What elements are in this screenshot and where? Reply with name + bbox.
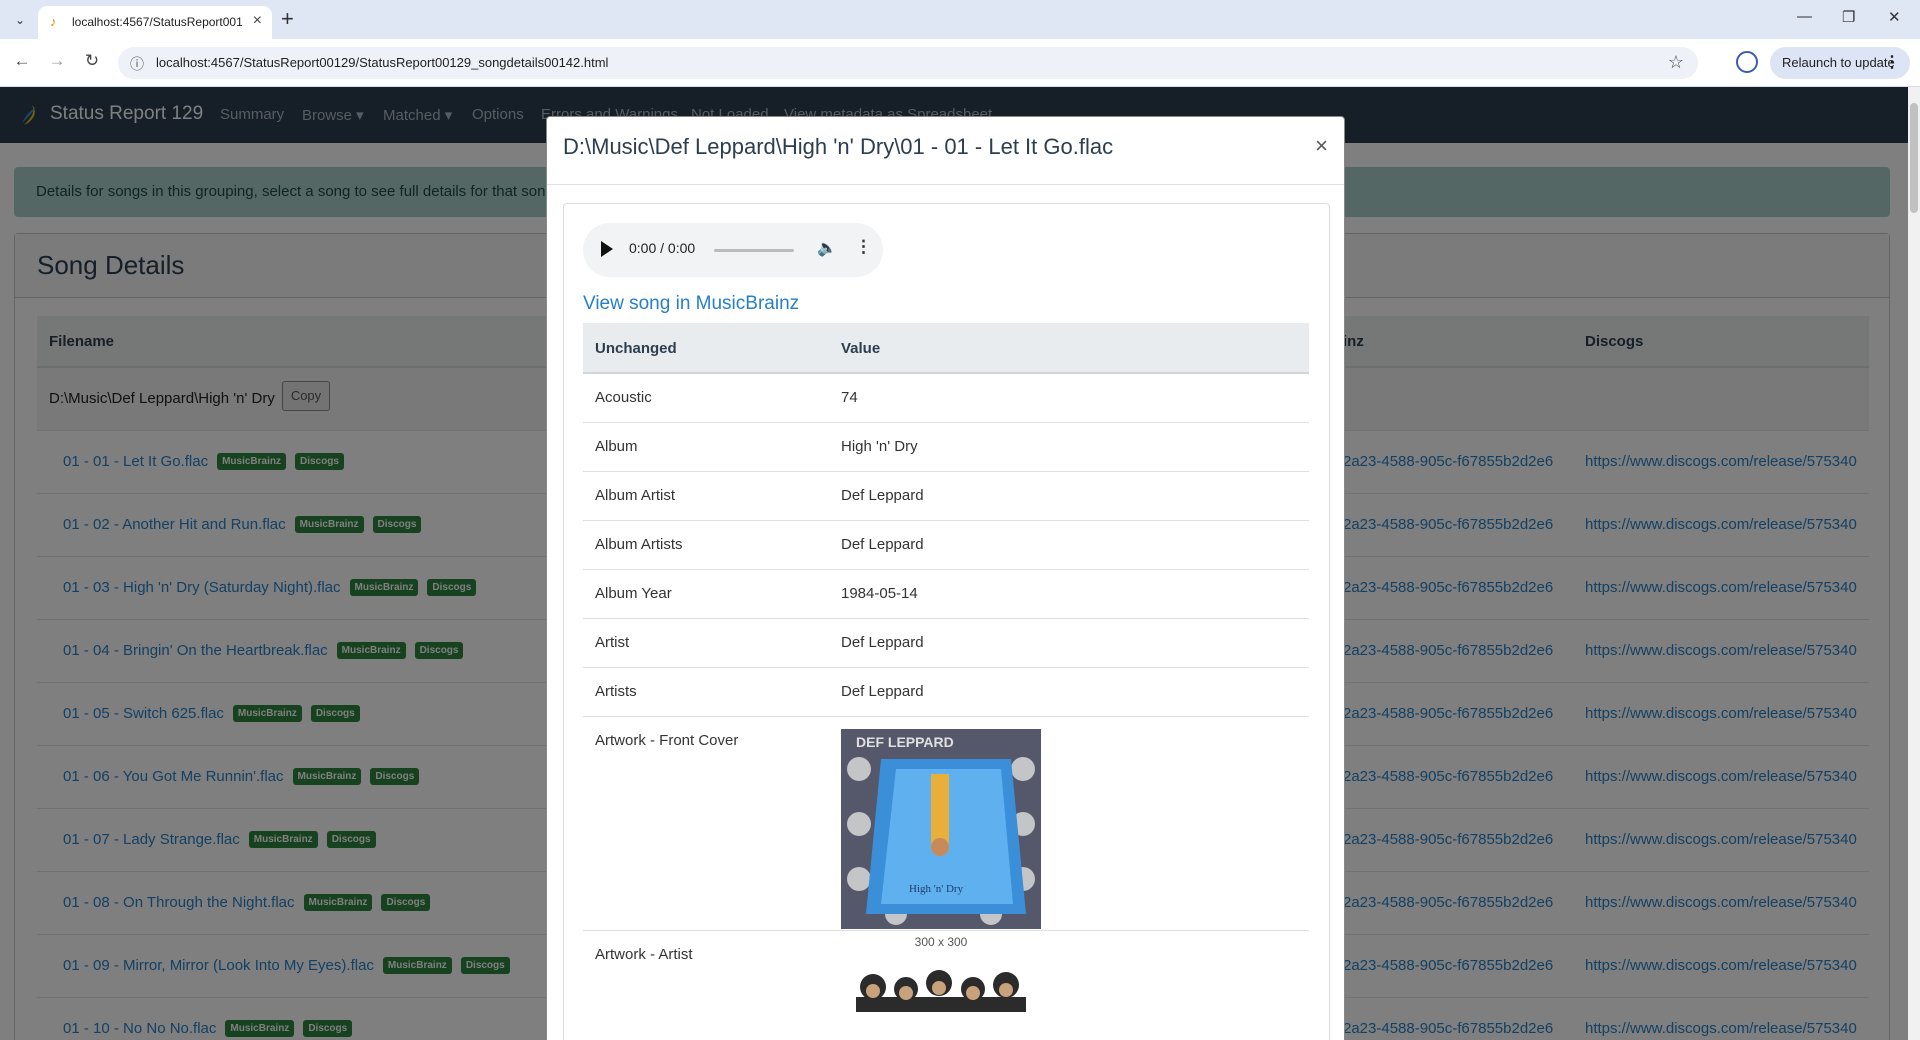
song-detail-modal: D:\Music\Def Leppard\High 'n' Dry\01 - 0…	[546, 116, 1345, 1040]
artist-photo-image	[851, 967, 1031, 1012]
metadata-key: Album	[595, 438, 638, 455]
metadata-row: Acoustic 74	[583, 374, 1309, 423]
metadata-row: Artists Def Leppard	[583, 668, 1309, 717]
metadata-value: Def Leppard	[841, 683, 924, 700]
minimize-icon[interactable]: —	[1797, 8, 1812, 25]
metadata-value: Def Leppard	[841, 487, 924, 504]
site-info-icon[interactable]: ⓘ	[130, 54, 144, 74]
new-tab-plus-icon[interactable]: +	[281, 6, 294, 32]
relaunch-label: Relaunch to update	[1782, 55, 1895, 70]
metadata-table-header: Unchanged Value	[583, 323, 1309, 374]
profile-avatar-icon[interactable]	[1736, 51, 1758, 73]
modal-body-card: 0:00 / 0:00 🔈 ⋮ View song in MusicBrainz…	[563, 203, 1330, 1040]
audio-options-icon[interactable]: ⋮	[855, 237, 872, 257]
address-bar[interactable]: ⓘ localhost:4567/StatusReport00129/Statu…	[118, 47, 1698, 79]
metadata-value: High 'n' Dry	[841, 438, 918, 455]
view-in-musicbrainz-link[interactable]: View song in MusicBrainz	[583, 293, 799, 315]
page-viewport: Status Report 129 Summary Browse ▾ Match…	[0, 87, 1908, 1040]
back-arrow-icon[interactable]: ←	[10, 51, 34, 71]
metadata-key: Artists	[595, 683, 637, 700]
metadata-value: 74	[841, 389, 858, 406]
metadata-key: Album Artists	[595, 536, 683, 553]
metadata-row: Album Artists Def Leppard	[583, 521, 1309, 570]
relaunch-button[interactable]: Relaunch to update ⋮	[1770, 47, 1910, 79]
cover-album-title: High 'n' Dry	[909, 883, 964, 895]
metadata-key: Artist	[595, 634, 630, 651]
modal-title: D:\Music\Def Leppard\High 'n' Dry\01 - 0…	[563, 134, 1114, 159]
metadata-key: Album Artist	[595, 487, 676, 504]
metadata-row: Album Year 1984-05-14	[583, 570, 1309, 619]
album-cover-image: DEF LEPPARD High 'n' Dry	[841, 729, 1041, 929]
tab-search-chevron-icon[interactable]: ⌄	[8, 9, 32, 31]
reload-icon[interactable]: ↻	[80, 51, 104, 71]
forward-arrow-icon[interactable]: →	[45, 51, 69, 71]
metadata-row: Album High 'n' Dry	[583, 423, 1309, 472]
address-toolbar: ← → ↻ ⓘ localhost:4567/StatusReport00129…	[0, 39, 1920, 87]
restore-icon[interactable]: ❐	[1842, 8, 1855, 26]
bookmark-star-icon[interactable]: ☆	[1668, 52, 1684, 73]
audio-player[interactable]: 0:00 / 0:00 🔈 ⋮	[583, 223, 883, 277]
browser-tab[interactable]: ♪ localhost:4567/StatusReport00129 ×	[38, 6, 272, 39]
metadata-value: Def Leppard	[841, 634, 924, 651]
tab-title: localhost:4567/StatusReport00129	[72, 15, 242, 29]
metadata-row: Album Artist Def Leppard	[583, 472, 1309, 521]
music-note-favicon-icon: ♪	[50, 14, 57, 29]
metadata-key: Acoustic	[595, 389, 652, 406]
browser-tab-strip: ⌄ ♪ localhost:4567/StatusReport00129 × +…	[0, 0, 1920, 39]
metadata-key: Album Year	[595, 585, 672, 602]
volume-icon[interactable]: 🔈	[817, 238, 837, 258]
column-header-unchanged: Unchanged	[595, 340, 677, 357]
modal-close-icon[interactable]: ×	[1315, 133, 1328, 159]
metadata-value: 1984-05-14	[841, 585, 918, 602]
metadata-row: Artist Def Leppard	[583, 619, 1309, 668]
column-header-value: Value	[841, 340, 881, 357]
audio-time: 0:00 / 0:00	[629, 240, 696, 256]
url-text[interactable]: localhost:4567/StatusReport00129/StatusR…	[156, 55, 608, 70]
play-icon[interactable]	[601, 241, 613, 257]
scrollbar-thumb[interactable]	[1910, 103, 1918, 213]
page-scrollbar[interactable]	[1908, 87, 1920, 1040]
cover-band-logo: DEF LEPPARD	[856, 734, 954, 750]
artwork-front-row: Artwork - Front Cover DEF LEPPARD High '…	[583, 717, 1309, 949]
artwork-artist-label: Artwork - Artist	[595, 946, 693, 963]
artwork-front-label: Artwork - Front Cover	[595, 732, 739, 749]
window-close-icon[interactable]: ✕	[1888, 8, 1901, 26]
metadata-value: Def Leppard	[841, 536, 924, 553]
tab-close-icon[interactable]: ×	[253, 12, 262, 30]
audio-seek-slider[interactable]	[714, 249, 794, 252]
artwork-artist-row: Artwork - Artist	[583, 931, 1309, 1040]
more-menu-icon[interactable]: ⋮	[1884, 47, 1900, 79]
modal-header: D:\Music\Def Leppard\High 'n' Dry\01 - 0…	[547, 117, 1344, 185]
